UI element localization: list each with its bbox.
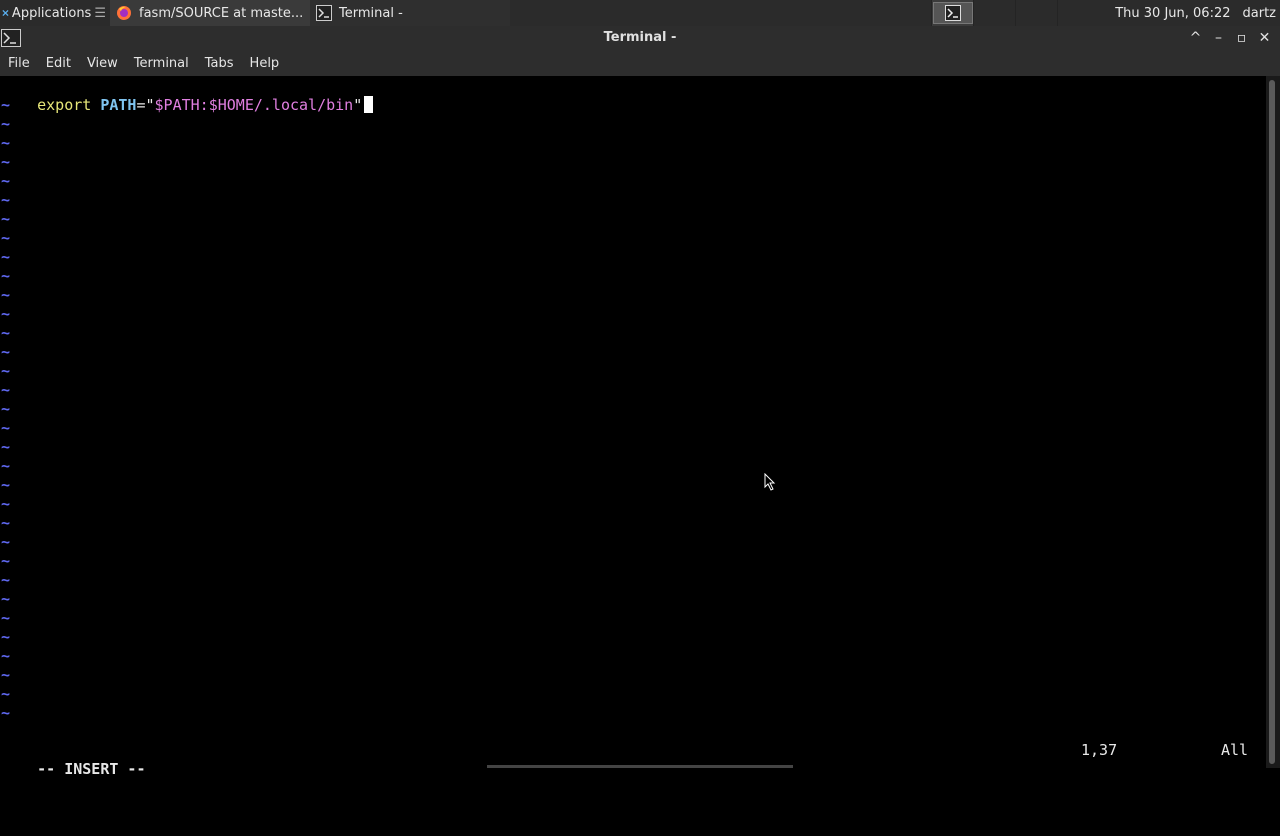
- empty-line-tilde: ~: [1, 400, 11, 418]
- applications-menu-glyph: ☰: [94, 5, 106, 21]
- workspace-3[interactable]: [1015, 0, 1057, 26]
- quote-open: ": [145, 96, 155, 114]
- empty-line-tilde: ~: [1, 685, 11, 703]
- empty-line-tilde: ~: [1, 286, 11, 304]
- path-value: $PATH:$HOME/.local/bin: [154, 96, 354, 114]
- firefox-icon: [117, 6, 131, 20]
- empty-line-tilde: ~: [1, 96, 11, 114]
- top-panel: Applications ☰ fasm/SOURCE at maste... T…: [0, 0, 1280, 26]
- empty-line-tilde: ~: [1, 628, 11, 646]
- empty-line-tilde: ~: [1, 647, 11, 665]
- mode-indicator: -- INSERT --: [37, 760, 146, 778]
- empty-line-tilde: ~: [1, 115, 11, 133]
- empty-line-tilde: ~: [1, 191, 11, 209]
- empty-line-tilde: ~: [1, 514, 11, 532]
- mouse-pointer-icon: [764, 473, 776, 491]
- menu-terminal[interactable]: Terminal: [126, 56, 197, 71]
- empty-line-tilde: ~: [1, 590, 11, 608]
- empty-line-tilde: ~: [1, 438, 11, 456]
- variable-name: PATH: [100, 96, 137, 114]
- menu-tabs[interactable]: Tabs: [197, 56, 242, 71]
- close-button[interactable]: ✕: [1253, 29, 1276, 47]
- equals-sign: =: [136, 96, 146, 114]
- empty-line-tilde: ~: [1, 533, 11, 551]
- clock[interactable]: Thu 30 Jun, 06:22: [1099, 6, 1240, 21]
- window-titlebar[interactable]: Terminal - ^ – ▫ ✕: [0, 26, 1280, 50]
- empty-line-tilde: ~: [1, 324, 11, 342]
- empty-line-tilde: ~: [1, 609, 11, 627]
- terminal-icon: [316, 5, 332, 21]
- applications-label: Applications: [11, 5, 92, 21]
- empty-line-tilde: ~: [1, 134, 11, 152]
- workspace-2[interactable]: [973, 0, 1015, 26]
- editor-line-1: export PATH="$PATH:$HOME/.local/bin": [1, 77, 374, 114]
- empty-line-tilde: ~: [1, 666, 11, 684]
- empty-line-tilde: ~: [1, 172, 11, 190]
- empty-line-tilde: ~: [1, 210, 11, 228]
- empty-line-tilde: ~: [1, 362, 11, 380]
- taskbar-item-terminal[interactable]: Terminal -: [310, 0, 510, 26]
- empty-line-tilde: ~: [1, 476, 11, 494]
- maximize-button[interactable]: ▫: [1230, 29, 1253, 47]
- empty-line-tilde: ~: [1, 457, 11, 475]
- taskbar-item-label: fasm/SOURCE at maste...: [139, 5, 304, 21]
- menu-help[interactable]: Help: [242, 56, 288, 71]
- text-cursor: [364, 96, 374, 113]
- menu-file[interactable]: File: [0, 56, 38, 71]
- workspace-4[interactable]: [1057, 0, 1099, 26]
- applications-menu[interactable]: Applications ☰: [0, 0, 110, 26]
- empty-line-tilde: ~: [1, 419, 11, 437]
- empty-line-tilde: ~: [1, 248, 11, 266]
- empty-line-tilde: ~: [1, 305, 11, 323]
- user-menu[interactable]: dartz: [1241, 6, 1280, 21]
- keyword-export: export: [37, 96, 92, 114]
- empty-line-tilde: ~: [1, 495, 11, 513]
- empty-line-tilde: ~: [1, 552, 11, 570]
- empty-line-tilde: ~: [1, 267, 11, 285]
- terminal-view[interactable]: export PATH="$PATH:$HOME/.local/bin" ~ ~ ~…: [0, 76, 1266, 778]
- workspace-switcher[interactable]: [931, 0, 1099, 26]
- menu-view[interactable]: View: [79, 56, 126, 71]
- window-title: Terminal -: [603, 30, 677, 45]
- vertical-scrollbar[interactable]: [1266, 76, 1280, 768]
- menubar: File Edit View Terminal Tabs Help: [0, 50, 1280, 76]
- shade-button[interactable]: ^: [1184, 29, 1207, 47]
- empty-line-tilde: ~: [1, 381, 11, 399]
- minimize-button[interactable]: –: [1207, 29, 1230, 47]
- cursor-position: 1,37: [1081, 741, 1118, 759]
- taskbar-item-firefox[interactable]: fasm/SOURCE at maste...: [110, 0, 310, 26]
- scrollbar-thumb[interactable]: [1269, 80, 1275, 764]
- empty-line-tilde: ~: [1, 229, 11, 247]
- taskbar-item-label: Terminal -: [339, 5, 403, 21]
- empty-line-tilde: ~: [1, 343, 11, 361]
- menu-edit[interactable]: Edit: [38, 56, 79, 71]
- vim-status-line: -- INSERT -- 1,37 All: [1, 741, 1263, 778]
- scroll-position: All: [1221, 741, 1249, 759]
- empty-line-tilde: ~: [1, 571, 11, 589]
- terminal-icon: [944, 5, 961, 21]
- empty-line-tilde: ~: [1, 704, 11, 722]
- applications-icon: [2, 9, 9, 17]
- quote-close: ": [353, 96, 363, 114]
- workspace-1[interactable]: [931, 0, 974, 26]
- empty-line-tilde: ~: [1, 153, 11, 171]
